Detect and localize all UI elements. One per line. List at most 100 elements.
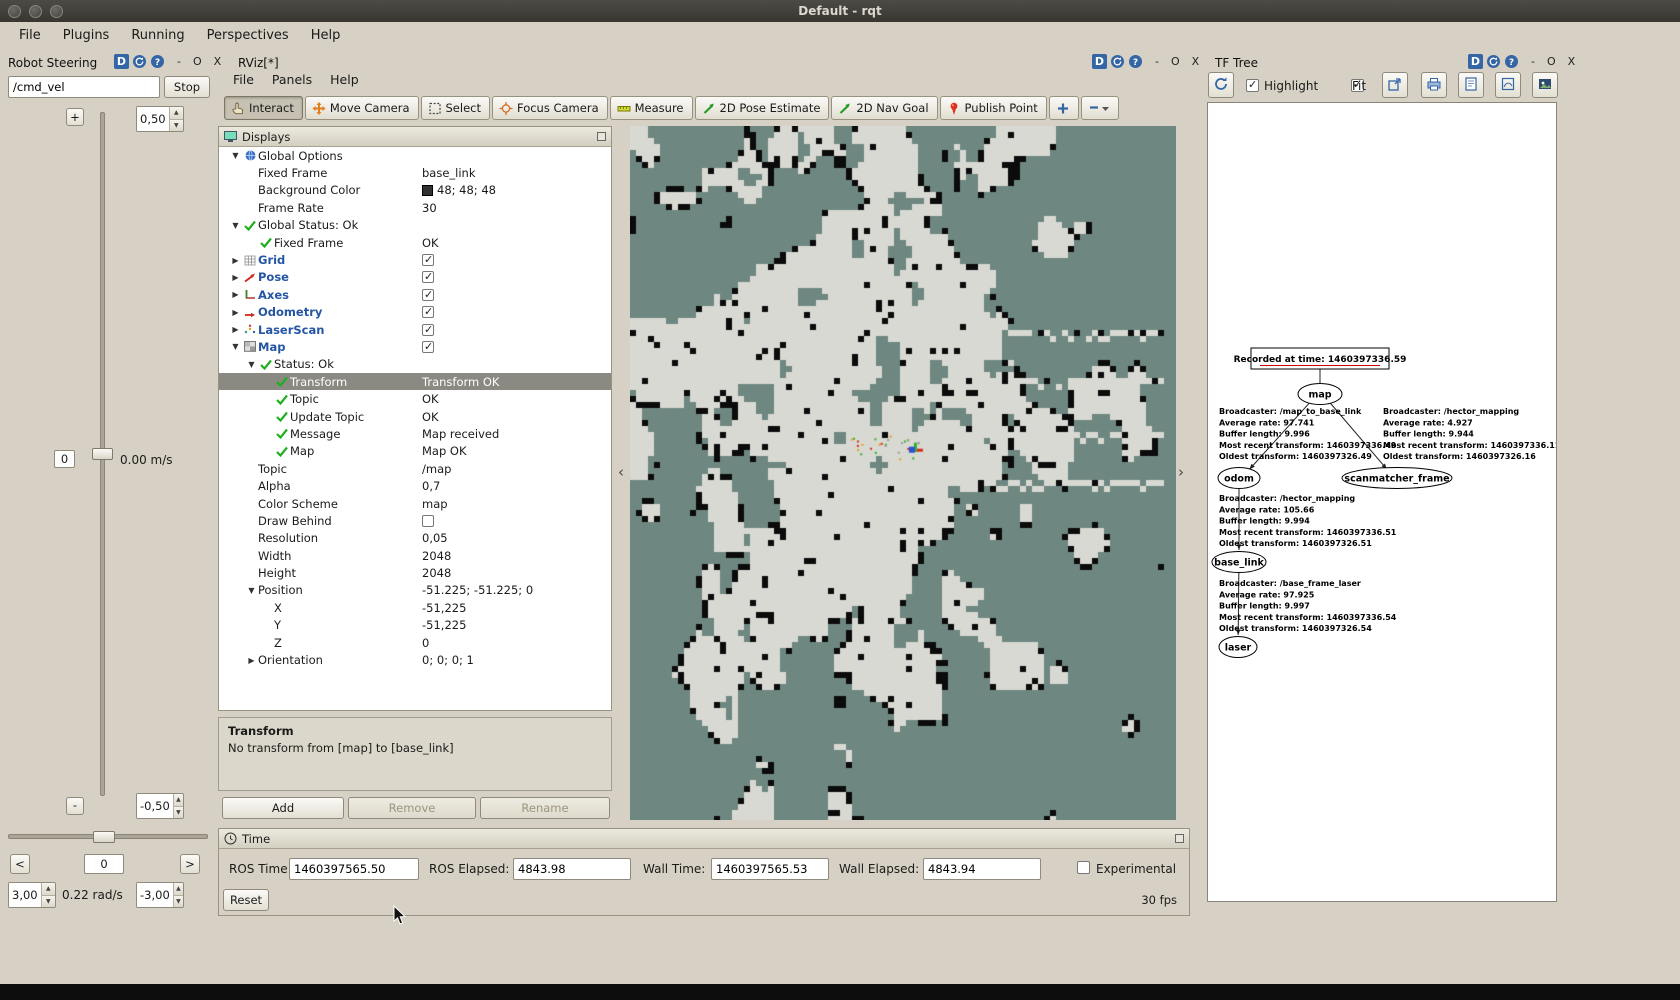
display-row-topic[interactable]: Topic/map (219, 460, 611, 477)
rviz-menu-file[interactable]: File (224, 69, 263, 90)
ros-elapsed-input[interactable] (513, 858, 631, 880)
angular-min-spinbox[interactable]: -3,00 ▲▼ (136, 882, 184, 908)
save-svg-button[interactable] (1495, 72, 1521, 98)
print-button[interactable] (1421, 72, 1447, 98)
display-row-alpha[interactable]: Alpha0,7 (219, 477, 611, 494)
expand-arrow-icon[interactable]: ▶ (229, 290, 242, 299)
linear-min-spinbox[interactable]: -0,50 ▲▼ (136, 793, 184, 819)
tool-2d-pose-estimate-button[interactable]: 2D Pose Estimate (695, 96, 830, 120)
display-row-width[interactable]: Width2048 (219, 547, 611, 564)
rviz-menu-help[interactable]: Help (321, 69, 368, 90)
detach-button[interactable] (1382, 72, 1408, 98)
linear-max-spinbox[interactable]: 0,50 ▲▼ (136, 106, 184, 132)
angular-max-value[interactable]: 3,00 (9, 883, 41, 907)
property-value-cell[interactable]: -51,225 (419, 601, 611, 615)
dock-maximize-button[interactable]: O (193, 55, 202, 68)
collapse-arrow-icon[interactable]: ▼ (229, 342, 242, 351)
property-value-cell[interactable]: OK (419, 236, 611, 250)
enable-checkbox-unchecked[interactable] (422, 515, 434, 527)
tf-tree-canvas[interactable]: Broadcaster: /map_to_base_linkAverage ra… (1207, 102, 1557, 902)
display-row-draw-behind[interactable]: Draw Behind (219, 512, 611, 529)
display-row-orientation[interactable]: ▶Orientation0; 0; 0; 1 (219, 651, 611, 668)
expand-arrow-icon[interactable]: ▶ (229, 273, 242, 282)
tool-select-button[interactable]: Select (421, 96, 490, 120)
stop-button[interactable]: Stop (164, 76, 210, 98)
tool-publish-point-button[interactable]: Publish Point (940, 96, 1047, 120)
linear-slider-handle[interactable] (92, 448, 113, 460)
save-image-button[interactable] (1532, 72, 1558, 98)
display-row-transform[interactable]: TransformTransform OK (219, 373, 611, 390)
add-display-button[interactable]: Add (222, 797, 344, 819)
tool-interact-button[interactable]: Interact (224, 96, 303, 120)
enable-checkbox-checked[interactable] (422, 254, 434, 266)
display-row-map[interactable]: ▼Map (219, 338, 611, 355)
collapse-right-splitter[interactable]: › (1178, 463, 1184, 481)
menu-plugins[interactable]: Plugins (52, 24, 121, 47)
dock-d-icon[interactable]: D (1468, 54, 1483, 69)
collapse-left-splitter[interactable]: ‹ (618, 463, 624, 481)
display-row-laserscan[interactable]: ▶LaserScan (219, 321, 611, 338)
display-row-position[interactable]: ▼Position-51.225; -51.225; 0 (219, 582, 611, 599)
display-row-y[interactable]: Y-51,225 (219, 617, 611, 634)
spin-down-icon[interactable]: ▼ (174, 895, 183, 908)
angular-slider-handle[interactable] (93, 831, 115, 843)
highlight-checkbox[interactable] (1246, 79, 1259, 92)
property-value-cell[interactable]: Map received (419, 427, 611, 441)
enable-checkbox-checked[interactable] (422, 324, 434, 336)
display-row-resolution[interactable]: Resolution0,05 (219, 530, 611, 547)
spin-up-icon[interactable]: ▲ (174, 883, 183, 895)
tool-move-camera-button[interactable]: Move Camera (305, 96, 419, 120)
spin-arrows[interactable]: ▲▼ (173, 883, 183, 907)
menu-help[interactable]: Help (300, 24, 352, 47)
displays-panel-header[interactable]: Displays (219, 127, 611, 147)
property-value-cell[interactable]: 2048 (419, 549, 611, 563)
help-icon[interactable]: ? (1504, 54, 1519, 69)
remove-display-button[interactable]: Remove (348, 797, 476, 819)
property-value-cell[interactable]: 0; 0; 0; 1 (419, 653, 611, 667)
collapse-arrow-icon[interactable]: ▼ (245, 360, 258, 369)
spin-up-icon[interactable]: ▲ (170, 107, 183, 119)
angular-max-spinbox[interactable]: 3,00 ▲▼ (8, 882, 56, 908)
property-value-cell[interactable]: -51.225; -51.225; 0 (419, 583, 611, 597)
property-value-cell[interactable]: /map (419, 462, 611, 476)
display-row-pose[interactable]: ▶Pose (219, 269, 611, 286)
display-row-background-color[interactable]: Background Color48; 48; 48 (219, 182, 611, 199)
dock-maximize-button[interactable]: O (1547, 55, 1556, 68)
spin-down-icon[interactable]: ▼ (170, 119, 183, 132)
display-row-fixed-frame[interactable]: Fixed Framebase_link (219, 164, 611, 181)
enable-checkbox-checked[interactable] (422, 271, 434, 283)
display-row-axes[interactable]: ▶Axes (219, 286, 611, 303)
property-value-cell[interactable] (419, 306, 611, 318)
reset-button[interactable]: Reset (223, 889, 269, 911)
spin-arrows[interactable]: ▲▼ (169, 107, 183, 131)
wall-elapsed-input[interactable] (923, 858, 1041, 880)
expand-arrow-icon[interactable]: ▶ (229, 308, 242, 317)
property-value-cell[interactable]: 30 (419, 201, 611, 215)
enable-checkbox-checked[interactable] (422, 341, 434, 353)
property-value-cell[interactable]: 48; 48; 48 (419, 183, 611, 197)
property-value-cell[interactable] (419, 254, 611, 266)
display-row-map[interactable]: MapMap OK (219, 443, 611, 460)
spin-up-icon[interactable]: ▲ (174, 794, 183, 806)
display-row-global-options[interactable]: ▼Global Options (219, 147, 611, 164)
property-value-cell[interactable] (419, 324, 611, 336)
property-value-cell[interactable]: 2048 (419, 566, 611, 580)
collapse-arrow-icon[interactable]: ▼ (229, 151, 242, 160)
rviz-menu-panels[interactable]: Panels (263, 69, 321, 90)
property-value-cell[interactable]: OK (419, 410, 611, 424)
help-icon[interactable]: ? (1128, 54, 1143, 69)
dock-maximize-button[interactable]: O (1171, 55, 1180, 68)
menu-running[interactable]: Running (120, 24, 195, 47)
menu-perspectives[interactable]: Perspectives (196, 24, 300, 47)
display-row-global-status-ok[interactable]: ▼Global Status: Ok (219, 217, 611, 234)
panel-float-button[interactable] (597, 132, 606, 141)
cmd-vel-topic-input[interactable] (8, 76, 160, 98)
display-row-x[interactable]: X-51,225 (219, 599, 611, 616)
panel-float-button[interactable] (1175, 834, 1184, 843)
spin-arrows[interactable]: ▲▼ (173, 794, 183, 818)
property-value-cell[interactable]: base_link (419, 166, 611, 180)
reload-icon[interactable] (132, 54, 147, 69)
linear-min-value[interactable]: -0,50 (137, 794, 173, 818)
linear-plus-button[interactable]: + (66, 108, 84, 126)
menu-file[interactable]: File (8, 24, 52, 47)
